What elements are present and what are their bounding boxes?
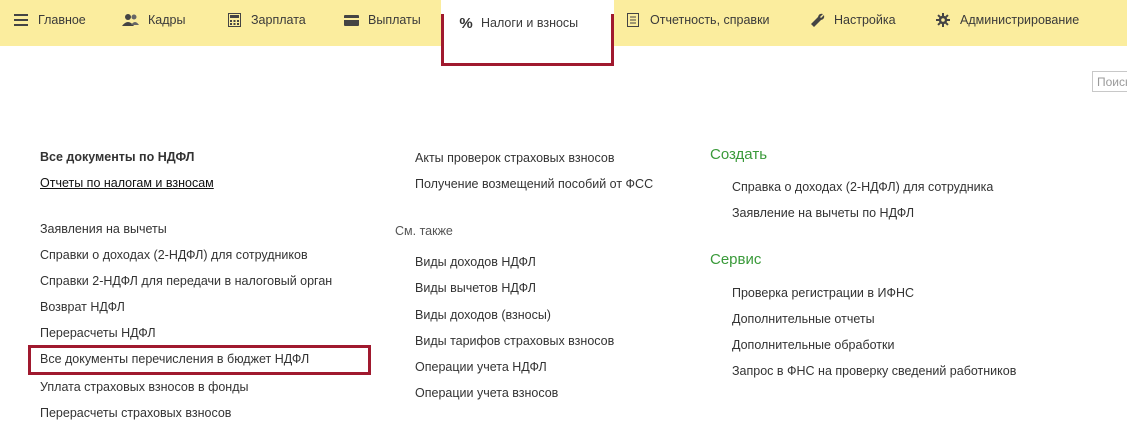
menu-item-label: Настройка [834, 13, 896, 27]
menu-item-label: Кадры [148, 13, 186, 27]
link-additional-processing[interactable]: Дополнительные обработки [732, 337, 894, 353]
search-input[interactable]: Поиск (С [1092, 71, 1127, 92]
link-all-ndfl-documents[interactable]: Все документы по НДФЛ [40, 149, 194, 165]
calculator-icon [225, 11, 243, 29]
menu-item-label: Зарплата [251, 13, 306, 27]
menu-item-label: Выплаты [368, 13, 421, 27]
link-income-certificates-employees[interactable]: Справки о доходах (2-НДФЛ) для сотрудник… [40, 247, 308, 263]
menu-item-main[interactable]: Главное [12, 0, 86, 40]
section-title-create: Создать [710, 146, 768, 163]
menu-item-settings[interactable]: Настройка [808, 0, 896, 40]
gear-icon [934, 11, 952, 29]
link-ndfl-refund[interactable]: Возврат НДФЛ [40, 299, 125, 315]
main-menu-bar: Главное Кадры Зарплата Выплаты % Налоги … [0, 0, 1127, 46]
link-tax-reports[interactable]: Отчеты по налогам и взносам [40, 175, 214, 191]
link-fss-reimbursements[interactable]: Получение возмещений пособий от ФСС [415, 176, 653, 192]
link-deduction-applications[interactable]: Заявления на вычеты [40, 221, 167, 237]
document-icon [624, 11, 642, 29]
percent-icon: % [459, 14, 473, 32]
link-fns-employee-check-request[interactable]: Запрос в ФНС на проверку сведений работн… [732, 363, 1016, 379]
link-inspection-acts[interactable]: Акты проверок страховых взносов [415, 150, 614, 166]
menu-item-admin[interactable]: Администрирование [934, 0, 1079, 40]
people-icon [122, 11, 140, 29]
menu-item-hr[interactable]: Кадры [122, 0, 185, 40]
link-ndfl-income-types[interactable]: Виды доходов НДФЛ [415, 254, 536, 270]
menu-item-payments[interactable]: Выплаты [342, 0, 421, 40]
link-ndfl-accounting-operations[interactable]: Операции учета НДФЛ [415, 359, 547, 375]
see-also-label: См. также [395, 224, 453, 238]
menu-item-reports[interactable]: Отчетность, справки [624, 0, 770, 40]
link-insurance-contributions-payment[interactable]: Уплата страховых взносов в фонды [40, 379, 249, 395]
link-all-ndfl-budget-transfers[interactable]: Все документы перечисления в бюджет НДФЛ [40, 351, 309, 367]
link-income-types-contributions[interactable]: Виды доходов (взносы) [415, 307, 551, 323]
menu-item-label: Администрирование [960, 13, 1080, 27]
link-insurance-recalculations[interactable]: Перерасчеты страховых взносов [40, 405, 231, 421]
wrench-icon [808, 11, 826, 29]
section-title-service: Сервис [710, 251, 762, 268]
wallet-icon [342, 11, 360, 29]
menu-item-salary[interactable]: Зарплата [225, 0, 306, 40]
menu-item-taxes[interactable]: % Налоги и взносы [441, 0, 614, 46]
link-contributions-accounting-operations[interactable]: Операции учета взносов [415, 385, 558, 401]
link-additional-reports[interactable]: Дополнительные отчеты [732, 311, 875, 327]
link-create-deduction-application[interactable]: Заявление на вычеты по НДФЛ [732, 205, 914, 221]
link-ifns-registration-check[interactable]: Проверка регистрации в ИФНС [732, 285, 914, 301]
link-insurance-tariff-types[interactable]: Виды тарифов страховых взносов [415, 333, 614, 349]
link-create-income-certificate[interactable]: Справка о доходах (2-НДФЛ) для сотрудник… [732, 179, 993, 195]
menu-item-label: Отчетность, справки [650, 13, 770, 27]
link-income-certificates-tax-office[interactable]: Справки 2-НДФЛ для передачи в налоговый … [40, 273, 332, 289]
menu-item-label: Главное [38, 13, 86, 27]
link-ndfl-deduction-types[interactable]: Виды вычетов НДФЛ [415, 280, 536, 296]
menu-item-label: Налоги и взносы [481, 16, 579, 30]
hamburger-icon [12, 11, 30, 29]
link-ndfl-recalculations[interactable]: Перерасчеты НДФЛ [40, 325, 156, 341]
